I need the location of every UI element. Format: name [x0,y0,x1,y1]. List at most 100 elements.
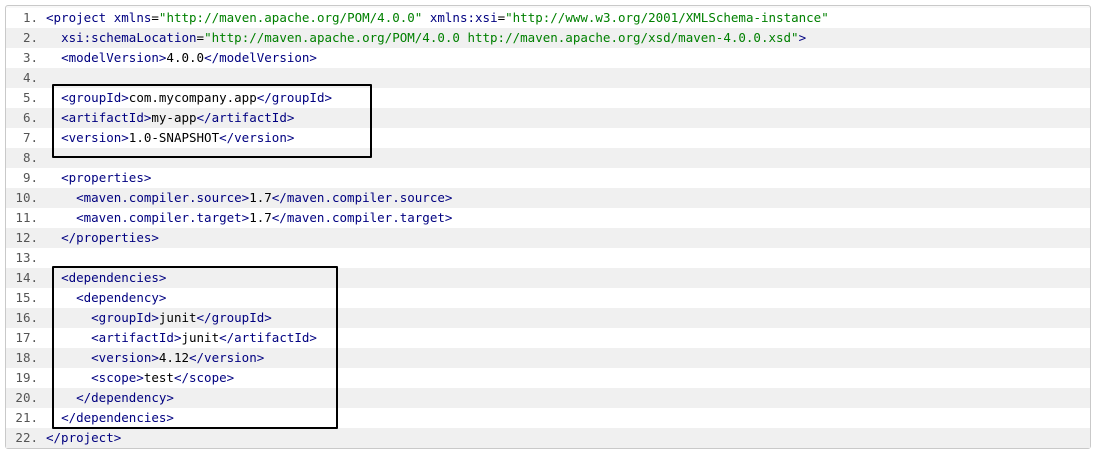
code-line: 16. <groupId>junit</groupId> [6,308,1090,328]
line-content: <artifactId>junit</artifactId> [46,328,317,348]
code-line: 10. <maven.compiler.source>1.7</maven.co… [6,188,1090,208]
line-number: 14. [15,270,38,285]
xml-attribute-value: "http://maven.apache.org/POM/4.0.0" [158,10,423,25]
line-content: <groupId>junit</groupId> [46,308,272,328]
code-line: 17. <artifactId>junit</artifactId> [6,328,1090,348]
line-content: <version>1.0-SNAPSHOT</version> [46,128,294,148]
code-line: 9. <properties> [6,168,1090,188]
xml-text: 4.12 [158,350,189,365]
xml-tag: <version> [91,350,159,365]
xml-tag: </maven.compiler.target> [271,210,453,225]
xml-tag: <groupId> [61,90,129,105]
line-content: <project xmlns="http://maven.apache.org/… [46,8,829,28]
code-line: 18. <version>4.12</version> [6,348,1090,368]
xml-text [106,10,114,25]
code-line: 5. <groupId>com.mycompany.app</groupId> [6,88,1090,108]
line-content: <modelVersion>4.0.0</modelVersion> [46,48,317,68]
xml-tag: <artifactId> [91,330,182,345]
xml-tag: <maven.compiler.source> [76,190,250,205]
xml-text: 1.0-SNAPSHOT [128,130,220,145]
xml-attribute-value: "http://maven.apache.org/POM/4.0.0 http:… [204,30,799,45]
line-content: <maven.compiler.target>1.7</maven.compil… [46,208,452,228]
xml-tag: <dependencies> [61,270,167,285]
line-content: </dependency> [46,388,174,408]
xml-attribute: xsi:schemaLocation [61,30,197,45]
code-line: 14. <dependencies> [6,268,1090,288]
xml-attribute: xmlns:xsi [429,10,498,25]
line-content: <artifactId>my-app</artifactId> [46,108,294,128]
line-number: 12. [15,230,38,245]
xml-tag: > [798,30,807,45]
xml-tag: </scope> [173,370,235,385]
xml-text: = [196,30,205,45]
line-number: 5. [22,90,38,105]
xml-text: com.mycompany.app [128,90,257,105]
xml-tag: <project [46,10,107,25]
line-number: 3. [22,50,38,65]
code-line: 21. </dependencies> [6,408,1090,428]
line-number: 22. [15,430,38,445]
xml-text: junit [181,330,220,345]
code-line: 8. [6,148,1090,168]
xml-text: 1.7 [249,190,272,205]
xml-text: = [497,10,506,25]
xml-tag: </dependencies> [61,410,174,425]
code-line: 1. <project xmlns="http://maven.apache.or… [6,8,1090,28]
line-number: 7. [22,130,38,145]
xml-tag: <properties> [61,170,152,185]
xml-text: = [151,10,159,25]
xml-attribute: xmlns [113,10,152,25]
line-content: <groupId>com.mycompany.app</groupId> [46,88,332,108]
xml-tag: </version> [189,350,265,365]
xml-text: my-app [151,110,197,125]
code-line: 22. </project> [6,428,1090,448]
line-content: <properties> [46,168,151,188]
xml-tag: <maven.compiler.target> [76,210,250,225]
xml-text: junit [158,310,197,325]
xml-attribute-value: "http://www.w3.org/2001/XMLSchema-instan… [505,10,829,25]
xml-tag: </dependency> [76,390,174,405]
line-number: 15. [15,290,38,305]
code-line: 12. </properties> [6,228,1090,248]
xml-tag: <groupId> [91,310,159,325]
xml-tag: </maven.compiler.source> [271,190,453,205]
xml-tag: </groupId> [256,90,332,105]
line-number: 1. [22,10,38,25]
xml-tag: </artifactId> [196,110,295,125]
code-line: 11. <maven.compiler.target>1.7</maven.co… [6,208,1090,228]
line-number: 8. [22,150,38,165]
code-line: 15. <dependency> [6,288,1090,308]
line-content: <dependencies> [46,268,166,288]
line-number: 4. [22,70,38,85]
line-number: 2. [22,30,38,45]
xml-tag: <modelVersion> [61,50,167,65]
line-content: xsi:schemaLocation="http://maven.apache.… [46,28,806,48]
code-line: 13. [6,248,1090,268]
code-line: 2. xsi:schemaLocation="http://maven.apac… [6,28,1090,48]
code-line: 7. <version>1.0-SNAPSHOT</version> [6,128,1090,148]
xml-tag: <version> [61,130,129,145]
xml-tag: </artifactId> [219,330,317,345]
line-number: 17. [15,330,38,345]
xml-text [422,10,430,25]
xml-tag: </version> [219,130,295,145]
line-content: <maven.compiler.source>1.7</maven.compil… [46,188,452,208]
line-content: </project> [46,428,121,448]
line-number: 21. [15,410,38,425]
line-content: </properties> [46,228,159,248]
code-line: 3. <modelVersion>4.0.0</modelVersion> [6,48,1090,68]
